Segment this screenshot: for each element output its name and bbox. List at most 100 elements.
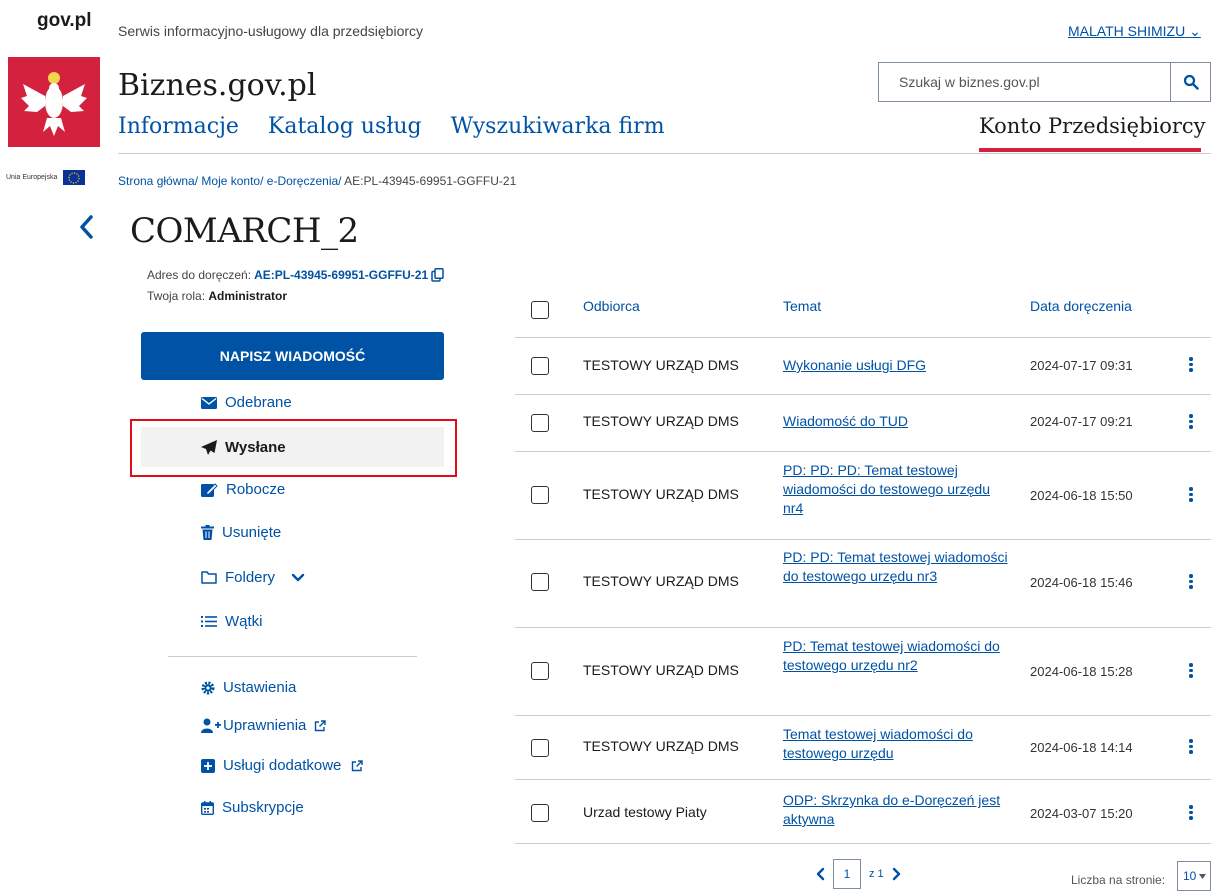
back-chevron-icon[interactable] [78,214,94,245]
eu-logo: Unia Europejska [6,170,86,185]
row-checkbox[interactable] [531,414,549,432]
sidebar-item-subskrypcje[interactable]: Subskrypcje [201,799,304,816]
row-checkbox[interactable] [531,486,549,504]
external-link-icon [315,719,327,731]
search-box[interactable] [878,62,1211,102]
breadcrumb-current: AE:PL-43945-69951-GGFFU-21 [344,174,517,188]
row-subject-link[interactable]: Wiadomość do TUD [783,412,1008,431]
address-value: AE:PL-43945-69951-GGFFU-21 [254,268,429,282]
per-page-label: Liczba na stronie: [1071,873,1166,887]
nav-wyszukiwarka-firm[interactable]: Wyszukiwarka firm [451,114,665,139]
more-options-icon[interactable] [1187,574,1195,589]
more-options-icon[interactable] [1187,663,1195,678]
sidebar-item-label: Usługi dodatkowe [223,757,342,774]
sidebar-item-label: Uprawnienia [223,717,307,734]
sidebar-item-label: Wątki [225,613,263,630]
table-row[interactable]: TESTOWY URZĄD DMS PD: PD: Temat testowej… [515,539,1211,627]
column-header-data-doreczenia[interactable]: Data doręczenia [1030,298,1132,314]
role-label: Twoja rola: [147,289,209,303]
breadcrumb-home[interactable]: Strona główna/ [118,174,198,188]
sidebar-item-odebrane[interactable]: Odebrane [201,394,292,411]
table-row[interactable]: TESTOWY URZĄD DMS PD: Temat testowej wia… [515,627,1211,715]
row-subject-link[interactable]: Temat testowej wiadomości do testowego u… [783,725,1008,763]
row-recipient: TESTOWY URZĄD DMS [583,738,739,754]
more-options-icon[interactable] [1187,487,1195,502]
search-button[interactable] [1170,63,1210,101]
table-row[interactable]: TESTOWY URZĄD DMS Temat testowej wiadomo… [515,715,1211,779]
write-message-button[interactable]: NAPISZ WIADOMOŚĆ [141,332,444,380]
page-number-input[interactable]: 1 [833,859,861,889]
more-options-icon[interactable] [1187,805,1195,820]
more-options-icon[interactable] [1187,414,1195,429]
highlight-box [130,419,457,477]
row-subject-link[interactable]: Wykonanie usługi DFG [783,356,1008,375]
user-plus-icon [201,718,221,733]
nav-informacje[interactable]: Informacje [118,114,239,139]
nav-katalog-uslug[interactable]: Katalog usług [268,114,422,139]
select-all-checkbox[interactable] [531,301,549,319]
search-input[interactable] [879,63,1170,101]
row-date: 2024-07-17 09:21 [1030,414,1133,429]
address-label: Adres do doręczeń: [147,268,252,282]
row-checkbox[interactable] [531,662,549,680]
table-row[interactable]: TESTOWY URZĄD DMS Wiadomość do TUD 2024-… [515,394,1211,451]
sidebar-item-foldery[interactable]: Foldery [201,569,305,586]
table-row[interactable]: TESTOWY URZĄD DMS PD: PD: PD: Temat test… [515,451,1211,539]
sidebar-item-watki[interactable]: Wątki [201,613,263,630]
caret-down-icon [1199,873,1207,879]
row-subject-link[interactable]: PD: PD: Temat testowej wiadomości do tes… [783,548,1008,586]
main-nav: Informacje Katalog usług Wyszukiwarka fi… [118,114,665,139]
table-row[interactable]: Urzad testowy Piaty ODP: Skrzynka do e-D… [515,779,1211,843]
per-page-value: 10 [1183,869,1197,883]
column-header-odbiorca[interactable]: Odbiorca [583,298,640,314]
row-checkbox[interactable] [531,573,549,591]
sidebar-item-uslugi-dodatkowe[interactable]: Usługi dodatkowe [201,757,364,774]
table-row[interactable]: TESTOWY URZĄD DMS Wykonanie usługi DFG 2… [515,337,1211,394]
copy-icon[interactable] [431,268,444,282]
sidebar-item-robocze[interactable]: Robocze [201,481,285,498]
plus-square-icon [201,758,215,773]
more-options-icon[interactable] [1187,739,1195,754]
row-recipient: TESTOWY URZĄD DMS [583,662,739,678]
row-date: 2024-06-18 15:28 [1030,664,1133,679]
active-tab-indicator [979,148,1201,152]
row-recipient: TESTOWY URZĄD DMS [583,357,739,373]
pagination: 1 z 1 [815,859,902,889]
sidebar-item-usuniete[interactable]: Usunięte [201,524,281,541]
page-total: z 1 [869,868,884,880]
column-header-temat[interactable]: Temat [783,298,821,314]
row-checkbox[interactable] [531,739,549,757]
breadcrumb-my-account[interactable]: Moje konto/ [201,174,263,188]
breadcrumb-e-doreczenia[interactable]: e-Doręczenia/ [267,174,342,188]
poland-eagle-emblem-icon[interactable] [8,57,100,147]
row-recipient: TESTOWY URZĄD DMS [583,486,739,502]
gear-icon [201,681,215,694]
prev-page-chevron-icon[interactable] [815,867,825,881]
sidebar-item-ustawienia[interactable]: Ustawienia [201,679,296,696]
site-name[interactable]: Biznes.gov.pl [118,68,316,103]
tab-konto-przedsiebiorcy[interactable]: Konto Przedsiębiorcy [979,114,1206,138]
row-recipient: TESTOWY URZĄD DMS [583,573,739,589]
row-checkbox[interactable] [531,804,549,822]
user-menu[interactable]: MALATH SHIMIZU ⌄ [1068,23,1201,40]
user-name[interactable]: MALATH SHIMIZU [1068,23,1185,39]
page-title: COMARCH_2 [130,211,359,251]
row-subject-link[interactable]: PD: Temat testowej wiadomości do testowe… [783,637,1008,675]
per-page-select[interactable]: 10 [1177,861,1211,891]
eu-label: Unia Europejska [6,174,58,181]
row-date: 2024-07-17 09:31 [1030,358,1133,373]
sidebar-item-uprawnienia[interactable]: Uprawnienia [201,717,327,734]
row-subject-link[interactable]: ODP: Skrzynka do e-Doręczeń jest aktywna [783,791,1008,829]
chevron-down-icon[interactable]: ⌄ [1189,23,1201,39]
row-subject-link[interactable]: PD: PD: PD: Temat testowej wiadomości do… [783,461,1008,518]
sidebar-divider [168,656,417,657]
gov-pl-logo[interactable]: gov.pl [37,10,92,32]
search-icon [1183,74,1199,90]
chevron-down-icon[interactable] [291,573,305,583]
next-page-chevron-icon[interactable] [892,867,902,881]
trash-icon [201,525,214,540]
row-checkbox[interactable] [531,357,549,375]
user-role: Twoja rola: Administrator [147,289,287,303]
external-link-icon [352,759,364,771]
more-options-icon[interactable] [1187,357,1195,372]
